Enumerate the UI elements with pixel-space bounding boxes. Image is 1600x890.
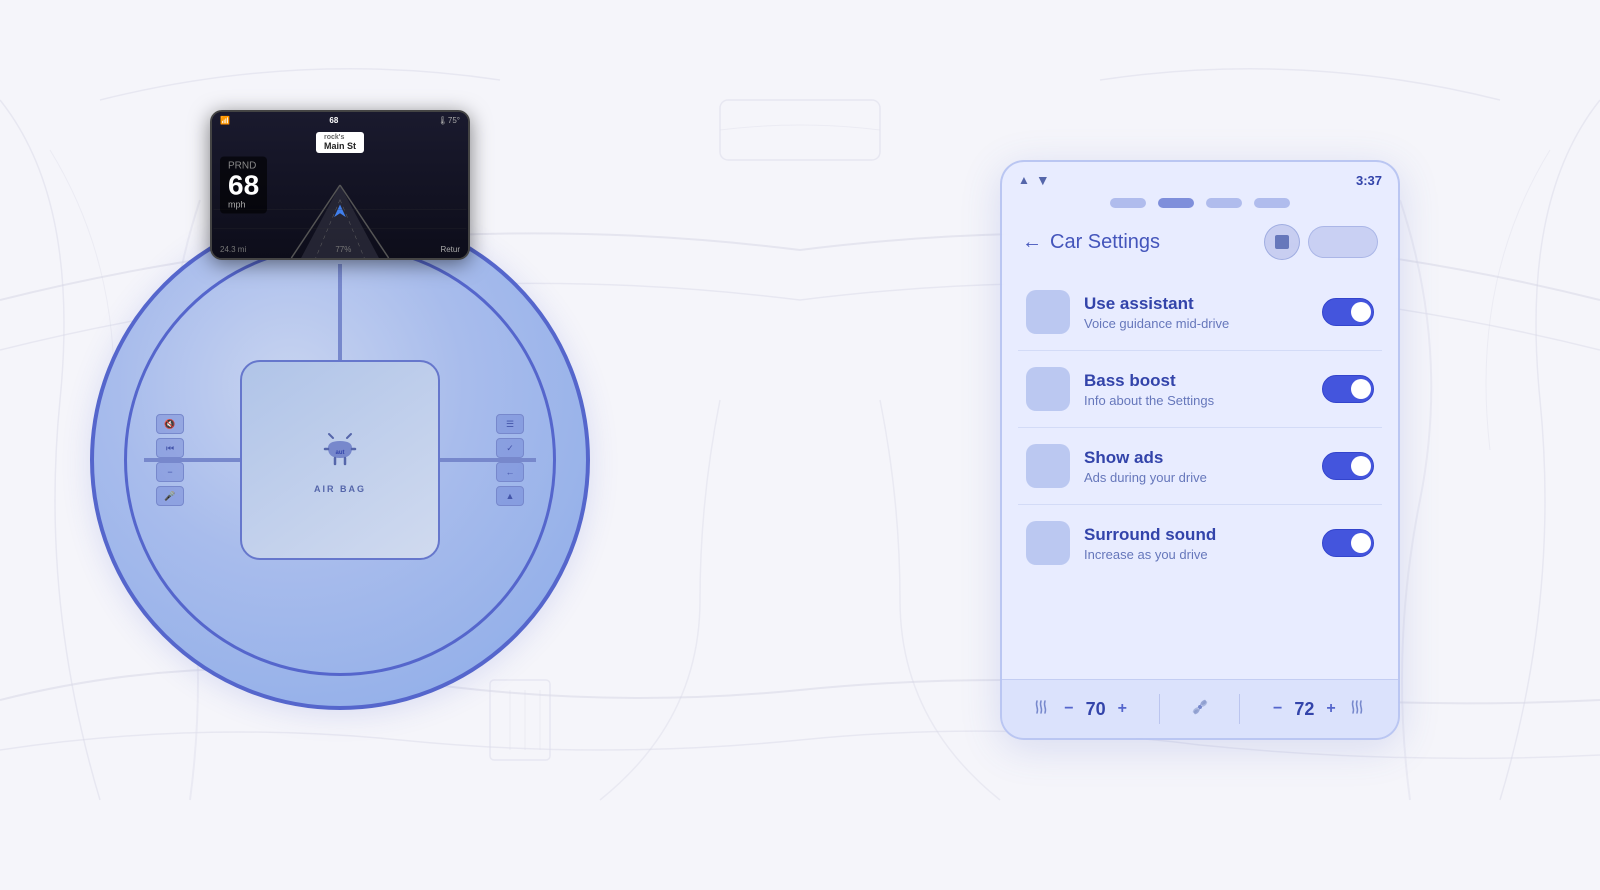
show-ads-text: Show ads Ads during your drive — [1084, 448, 1308, 485]
right-temp-plus[interactable]: + — [1322, 700, 1339, 718]
wifi-icon: ▼ — [1036, 172, 1050, 188]
action-pill[interactable] — [1308, 226, 1378, 258]
surround-sound-text: Surround sound Increase as you drive — [1084, 525, 1308, 562]
show-ads-desc: Ads during your drive — [1084, 470, 1308, 485]
stop-icon — [1275, 235, 1289, 249]
fan-icon — [1189, 696, 1211, 723]
wheel-btn-nav[interactable]: ← — [496, 462, 524, 482]
toggle-knob — [1351, 533, 1371, 553]
use-assistant-title: Use assistant — [1084, 294, 1308, 314]
surround-sound-toggle[interactable] — [1322, 529, 1374, 557]
settings-status-bar: ▲ ▼ 3:37 — [1002, 162, 1398, 192]
wheel-btn-vol-down[interactable]: − — [156, 462, 184, 482]
use-assistant-text: Use assistant Voice guidance mid-drive — [1084, 294, 1308, 331]
stop-button[interactable] — [1264, 224, 1300, 260]
settings-panel-container: ▲ ▼ 3:37 ← Car Settings — [1000, 160, 1400, 740]
setting-item-bass-boost[interactable]: Bass boost Info about the Settings — [1018, 351, 1382, 428]
heat-right-icon — [1348, 697, 1368, 722]
signal-icon: ▲ — [1018, 173, 1030, 187]
settings-phone: ▲ ▼ 3:37 ← Car Settings — [1000, 160, 1400, 740]
bass-boost-toggle[interactable] — [1322, 375, 1374, 403]
settings-header: ← Car Settings — [1002, 214, 1398, 270]
left-temp-minus[interactable]: − — [1060, 700, 1077, 718]
spoke-right — [436, 458, 536, 462]
setting-item-surround-sound[interactable]: Surround sound Increase as you drive — [1018, 505, 1382, 581]
mounted-phone: 📶 68 🌡75° PRND 68 mph rock's Main St 24.… — [210, 110, 470, 260]
climate-divider-right — [1239, 694, 1240, 724]
surround-sound-desc: Increase as you drive — [1084, 547, 1308, 562]
settings-list: Use assistant Voice guidance mid-drive B… — [1002, 274, 1398, 679]
wheel-btn-mic[interactable]: 🎤 — [156, 486, 184, 506]
indicator-dots — [1002, 192, 1398, 214]
setting-item-use-assistant[interactable]: Use assistant Voice guidance mid-drive — [1018, 274, 1382, 351]
right-temp-minus[interactable]: − — [1269, 700, 1286, 718]
toggle-knob — [1351, 379, 1371, 399]
climate-center — [1189, 696, 1211, 723]
wheel-btn-check[interactable]: ✓ — [496, 438, 524, 458]
spoke-top — [338, 264, 342, 364]
dot-2 — [1158, 198, 1194, 208]
air-bag-label: AIR BAG — [314, 484, 366, 494]
bass-boost-title: Bass boost — [1084, 371, 1308, 391]
use-assistant-toggle[interactable] — [1322, 298, 1374, 326]
climate-left: − 70 + — [1032, 697, 1131, 722]
bass-boost-icon — [1026, 367, 1070, 411]
settings-header-actions — [1264, 224, 1378, 260]
climate-right: − 72 + — [1269, 697, 1368, 722]
settings-title: Car Settings — [1050, 231, 1160, 254]
phone-speed: 68 — [329, 116, 338, 125]
svg-text:aut: aut — [336, 450, 345, 456]
dot-1 — [1110, 198, 1146, 208]
surround-sound-icon — [1026, 521, 1070, 565]
toggle-knob — [1351, 456, 1371, 476]
bass-boost-desc: Info about the Settings — [1084, 393, 1308, 408]
use-assistant-icon — [1026, 290, 1070, 334]
wheel-btn-prev[interactable]: ⏮ — [156, 438, 184, 458]
clock: 3:37 — [1356, 173, 1382, 188]
android-icon: aut — [315, 426, 365, 476]
phone-screen: 📶 68 🌡75° PRND 68 mph rock's Main St 24.… — [212, 112, 468, 258]
dot-3 — [1206, 198, 1242, 208]
show-ads-icon — [1026, 444, 1070, 488]
street-name: rock's Main St — [316, 132, 364, 153]
speed-display: PRND 68 mph — [220, 157, 267, 214]
climate-bar: − 70 + − — [1002, 679, 1398, 738]
back-arrow-icon: ← — [1022, 231, 1042, 254]
surround-sound-title: Surround sound — [1084, 525, 1308, 545]
use-assistant-desc: Voice guidance mid-drive — [1084, 316, 1308, 331]
wheel-btn-menu[interactable]: ☰ — [496, 414, 524, 434]
show-ads-toggle[interactable] — [1322, 452, 1374, 480]
toggle-knob — [1351, 302, 1371, 322]
show-ads-title: Show ads — [1084, 448, 1308, 468]
climate-divider-left — [1159, 694, 1160, 724]
heat-left-icon — [1032, 697, 1052, 722]
setting-item-show-ads[interactable]: Show ads Ads during your drive — [1018, 428, 1382, 505]
wheel-btn-up[interactable]: ▲ — [496, 486, 524, 506]
bass-boost-text: Bass boost Info about the Settings — [1084, 371, 1308, 408]
back-button[interactable]: ← Car Settings — [1022, 231, 1160, 254]
steering-wheel-hub: aut AIR BAG — [240, 360, 440, 560]
spoke-left — [144, 458, 244, 462]
right-temp-value: 72 — [1294, 699, 1314, 720]
phone-status-bar: 📶 68 🌡75° — [220, 116, 460, 125]
left-temp-plus[interactable]: + — [1114, 700, 1131, 718]
steering-wheel: 🔇 ⏮ − 🎤 ☰ ✓ ← ▲ aut — [90, 210, 590, 710]
dot-4 — [1254, 198, 1290, 208]
left-temp-value: 70 — [1086, 699, 1106, 720]
steering-wheel-area: 📶 68 🌡75° PRND 68 mph rock's Main St 24.… — [60, 80, 620, 840]
wheel-btn-mute[interactable]: 🔇 — [156, 414, 184, 434]
